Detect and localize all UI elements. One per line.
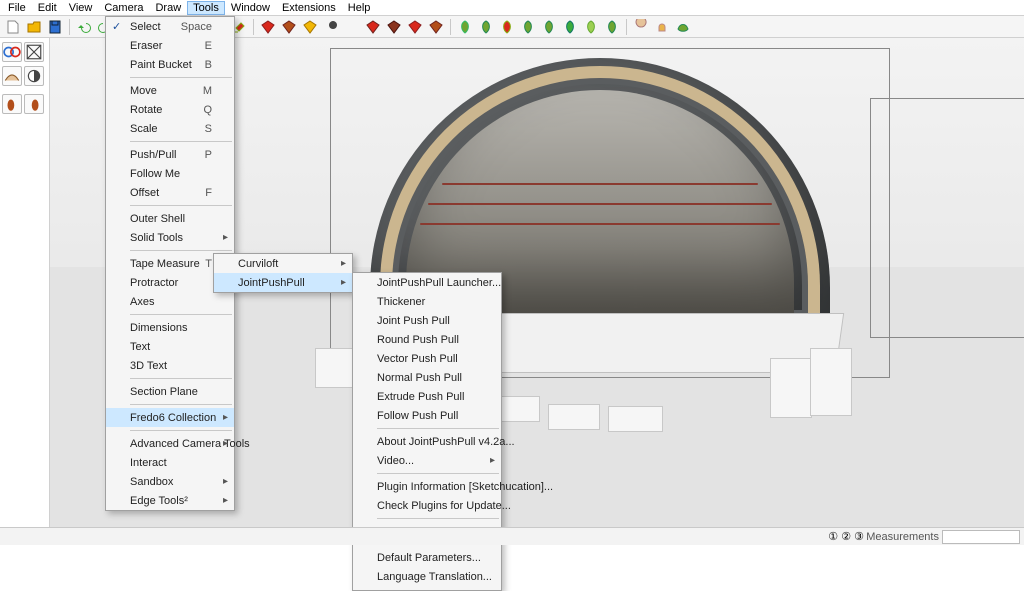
menu-item-language-translation-[interactable]: Language Translation... bbox=[353, 567, 501, 586]
magnify-icon[interactable] bbox=[322, 18, 340, 36]
save-icon[interactable] bbox=[46, 18, 64, 36]
measurements-label: Measurements bbox=[866, 531, 939, 543]
wireframe-icon[interactable] bbox=[24, 42, 44, 62]
xray-icon[interactable] bbox=[2, 42, 22, 62]
ruby-3-icon[interactable] bbox=[301, 18, 319, 36]
menu-item-fredo6-collection[interactable]: Fredo6 Collection bbox=[106, 408, 234, 427]
menu-item-text[interactable]: Text bbox=[106, 337, 234, 356]
menu-bar: FileEditViewCameraDrawToolsWindowExtensi… bbox=[0, 0, 1024, 16]
ruby-5-icon[interactable] bbox=[385, 18, 403, 36]
menu-item-vector-push-pull[interactable]: Vector Push Pull bbox=[353, 349, 501, 368]
leaf-2-icon[interactable] bbox=[477, 18, 495, 36]
leaf-3-icon[interactable] bbox=[519, 18, 537, 36]
menu-item-axes[interactable]: Axes bbox=[106, 292, 234, 311]
footprint-right-icon[interactable] bbox=[24, 94, 44, 114]
menu-item-curviloft[interactable]: Curviloft bbox=[214, 254, 352, 273]
menu-window[interactable]: Window bbox=[225, 1, 276, 15]
menu-item-joint-push-pull[interactable]: Joint Push Pull bbox=[353, 311, 501, 330]
menu-edit[interactable]: Edit bbox=[32, 1, 63, 15]
menu-item-section-plane[interactable]: Section Plane bbox=[106, 382, 234, 401]
ruby-4-icon[interactable] bbox=[364, 18, 382, 36]
menu-view[interactable]: View bbox=[63, 1, 99, 15]
face-icon-icon[interactable] bbox=[632, 18, 650, 36]
zoom-extents-icon[interactable] bbox=[343, 18, 361, 36]
ruby-6-icon[interactable] bbox=[406, 18, 424, 36]
menu-help[interactable]: Help bbox=[342, 1, 377, 15]
leaf-6-icon[interactable] bbox=[603, 18, 621, 36]
menu-item-sandbox[interactable]: Sandbox bbox=[106, 472, 234, 491]
menu-item-interact[interactable]: Interact bbox=[106, 453, 234, 472]
leaf-5-icon[interactable] bbox=[561, 18, 579, 36]
left-tool-panel bbox=[0, 38, 50, 527]
menu-file[interactable]: File bbox=[2, 1, 32, 15]
ruby-1-icon[interactable] bbox=[259, 18, 277, 36]
menu-item-thickener[interactable]: Thickener bbox=[353, 292, 501, 311]
status-info: ① ② ③ bbox=[828, 530, 864, 543]
menu-item-normal-push-pull[interactable]: Normal Push Pull bbox=[353, 368, 501, 387]
new-file-icon[interactable] bbox=[4, 18, 22, 36]
menu-item-eraser[interactable]: EraserE bbox=[106, 36, 234, 55]
menu-extensions[interactable]: Extensions bbox=[276, 1, 342, 15]
leaf-4-icon[interactable] bbox=[540, 18, 558, 36]
measurements-input[interactable] bbox=[942, 530, 1020, 544]
menu-item-outer-shell[interactable]: Outer Shell bbox=[106, 209, 234, 228]
footprint-left-icon[interactable] bbox=[2, 94, 22, 114]
menu-item-dimensions[interactable]: Dimensions bbox=[106, 318, 234, 337]
menu-item-extrude-push-pull[interactable]: Extrude Push Pull bbox=[353, 387, 501, 406]
menu-tools[interactable]: Tools bbox=[187, 1, 225, 15]
menu-camera[interactable]: Camera bbox=[98, 1, 149, 15]
monochrome-icon[interactable] bbox=[24, 66, 44, 86]
menu-item-advanced-camera-tools[interactable]: Advanced Camera Tools bbox=[106, 434, 234, 453]
leaf-lt-icon[interactable] bbox=[582, 18, 600, 36]
menu-item-default-parameters-[interactable]: Default Parameters... bbox=[353, 548, 501, 567]
menu-item-offset[interactable]: OffsetF bbox=[106, 183, 234, 202]
menu-item-about-jointpushpull-v4-2a-[interactable]: About JointPushPull v4.2a... bbox=[353, 432, 501, 451]
bounding-box bbox=[870, 98, 1024, 338]
menu-item-plugin-information-sketchucation-[interactable]: Plugin Information [Sketchucation]... bbox=[353, 477, 501, 496]
menu-item-rotate[interactable]: RotateQ bbox=[106, 100, 234, 119]
menu-item-3d-text[interactable]: 3D Text bbox=[106, 356, 234, 375]
undo-icon[interactable] bbox=[75, 18, 93, 36]
menu-item-video-[interactable]: Video... bbox=[353, 451, 501, 470]
menu-item-follow-me[interactable]: Follow Me bbox=[106, 164, 234, 183]
submenu-fredo6[interactable]: CurviloftJointPushPull bbox=[213, 253, 353, 293]
leaf-1-icon[interactable] bbox=[456, 18, 474, 36]
menu-item-edge-tools-[interactable]: Edge Tools² bbox=[106, 491, 234, 510]
status-bar: ① ② ③ Measurements bbox=[0, 527, 1024, 545]
menu-item-round-push-pull[interactable]: Round Push Pull bbox=[353, 330, 501, 349]
menu-item-select[interactable]: SelectSpace bbox=[106, 17, 234, 36]
menu-draw[interactable]: Draw bbox=[149, 1, 187, 15]
menu-item-jointpushpull-launcher-[interactable]: JointPushPull Launcher... bbox=[353, 273, 501, 292]
menu-item-scale[interactable]: ScaleS bbox=[106, 119, 234, 138]
menu-item-jointpushpull[interactable]: JointPushPull bbox=[214, 273, 352, 292]
menu-item-check-plugins-for-update-[interactable]: Check Plugins for Update... bbox=[353, 496, 501, 515]
menu-item-push-pull[interactable]: Push/PullP bbox=[106, 145, 234, 164]
open-file-icon[interactable] bbox=[25, 18, 43, 36]
menu-item-solid-tools[interactable]: Solid Tools bbox=[106, 228, 234, 247]
frog-icon-icon[interactable] bbox=[674, 18, 692, 36]
ear-icon-icon[interactable] bbox=[653, 18, 671, 36]
shaded-icon[interactable] bbox=[2, 66, 22, 86]
menu-item-paint-bucket[interactable]: Paint BucketB bbox=[106, 55, 234, 74]
leaf-red-icon[interactable] bbox=[498, 18, 516, 36]
ruby-2-icon[interactable] bbox=[280, 18, 298, 36]
ruby-7-icon[interactable] bbox=[427, 18, 445, 36]
menu-item-move[interactable]: MoveM bbox=[106, 81, 234, 100]
menu-item-follow-push-pull[interactable]: Follow Push Pull bbox=[353, 406, 501, 425]
